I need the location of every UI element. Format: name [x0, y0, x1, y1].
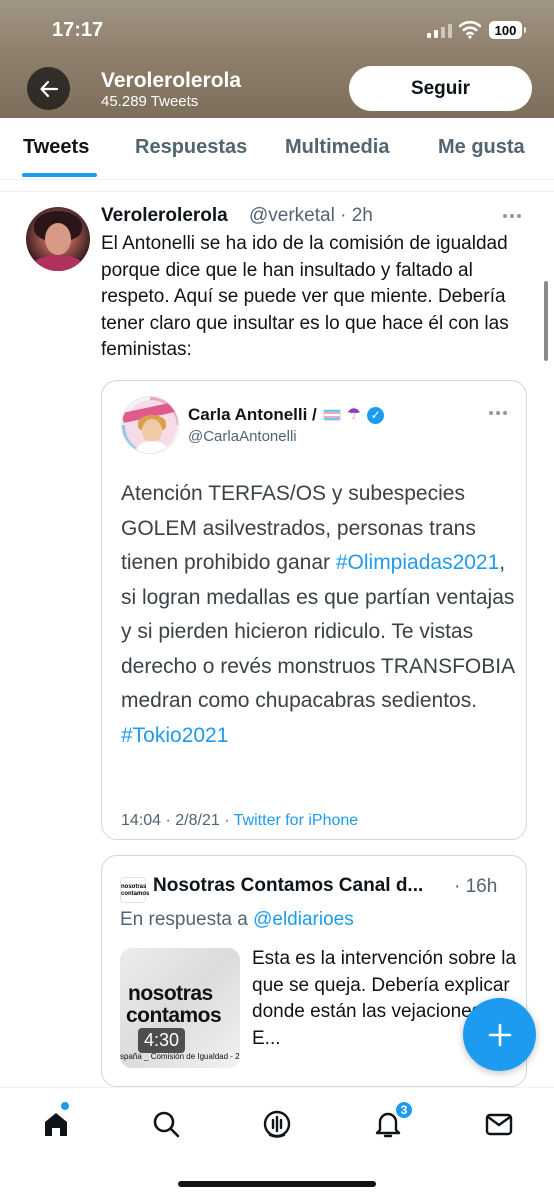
video-thumbnail[interactable]: nosotras contamos 4:30 spaña _ Comisión … — [120, 948, 240, 1068]
quoted-date: 14:04 · 2/8/21 · — [121, 812, 234, 829]
quoted-name-text: Carla Antonelli / — [188, 405, 317, 424]
quoted-handle: @CarlaAntonelli — [188, 428, 297, 445]
bottom-nav: 3 — [0, 1087, 554, 1199]
divider — [0, 191, 554, 192]
nav-search[interactable] — [146, 1104, 186, 1144]
quoted-tweet-card[interactable]: nosotras contamos Nosotras Contamos Cana… — [101, 855, 527, 1087]
profile-header: 17:17 100 Verolerolerola 45.289 Tweets S… — [0, 0, 554, 118]
nav-spaces[interactable] — [257, 1104, 297, 1144]
more-icon[interactable] — [503, 206, 529, 226]
wifi-icon — [459, 20, 481, 39]
avatar[interactable] — [26, 207, 90, 271]
thumb-logo-line2: contamos — [126, 1004, 222, 1027]
thumb-logo-line1: nosotras — [128, 982, 213, 1005]
search-icon — [153, 1111, 180, 1138]
follow-button[interactable]: Seguir — [349, 66, 532, 111]
quoted-avatar — [121, 396, 179, 454]
battery-icon: 100 — [489, 21, 526, 39]
hashtag-tokio: #Tokio2021 — [121, 723, 229, 747]
active-tab-indicator — [22, 173, 97, 177]
quoted-more-icon — [489, 411, 507, 415]
nav-messages[interactable] — [479, 1104, 519, 1144]
quoted-text-part2: , si logran medallas es que partían vent… — [121, 551, 515, 712]
quoted-text: Atención TERFAS/OS y subespecies GOLEM a… — [121, 477, 516, 753]
tweet-author-name[interactable]: Verolerolerola — [101, 205, 228, 227]
messages-icon — [485, 1113, 513, 1136]
reply-prefix: En respuesta a — [120, 909, 254, 930]
umbrella-icon: ☂ — [346, 406, 362, 423]
verified-icon: ✓ — [367, 406, 385, 424]
tab-tweets[interactable]: Tweets — [23, 136, 89, 159]
tweet-text: El Antonelli se ha ido de la comisión de… — [101, 233, 509, 360]
hashtag-olimpiadas: #Olimpiadas2021 — [335, 551, 500, 574]
quoted-source: Twitter for iPhone — [233, 812, 359, 829]
status-time: 17:17 — [52, 19, 104, 41]
scrollbar[interactable] — [544, 281, 548, 361]
spaces-icon — [263, 1110, 291, 1138]
tweet-handle-time: @verketal · 2h — [249, 205, 373, 226]
tweet-image[interactable]: Carla Antonelli / ☂ ✓ @CarlaAntonelli At… — [101, 380, 527, 840]
compose-plus-icon — [488, 1023, 511, 1046]
home-unread-dot — [61, 1102, 69, 1110]
tab-me-gusta[interactable]: Me gusta — [438, 136, 525, 159]
compose-button[interactable] — [463, 998, 536, 1071]
notifications-badge: 3 — [394, 1100, 414, 1120]
tab-respuestas[interactable]: Respuestas — [135, 136, 247, 159]
video-duration: 4:30 — [138, 1028, 186, 1053]
profile-tabs: Tweets Respuestas Multimedia Me gusta — [0, 118, 554, 180]
tab-multimedia[interactable]: Multimedia — [285, 136, 389, 159]
profile-name: Verolerolerola — [101, 69, 242, 92]
tweet-count: 45.289 Tweets — [101, 93, 199, 110]
trans-flag-icon — [322, 409, 341, 421]
quoted-tweet-author: Nosotras Contamos Canal d... — [153, 875, 424, 896]
quoted-author-name: Carla Antonelli / ☂ ✓ — [188, 405, 385, 425]
signal-icon — [427, 22, 452, 38]
battery-level: 100 — [494, 22, 517, 38]
reply-mention[interactable]: @eldiarioes — [253, 909, 354, 930]
nav-home[interactable] — [36, 1104, 76, 1144]
quoted-meta: 14:04 · 2/8/21 · Twitter for iPhone — [121, 812, 358, 830]
reply-context: En respuesta a @eldiarioes — [120, 909, 354, 931]
back-arrow-icon — [39, 80, 58, 97]
thumb-caption: spaña _ Comisión de Igualdad - 29/0 — [120, 1052, 240, 1061]
quoted-tweet-time: · 16h — [454, 876, 498, 897]
home-indicator — [178, 1181, 376, 1187]
home-icon — [45, 1113, 67, 1136]
back-button[interactable] — [27, 67, 70, 110]
quoted-tweet-avatar: nosotras contamos — [120, 877, 149, 903]
